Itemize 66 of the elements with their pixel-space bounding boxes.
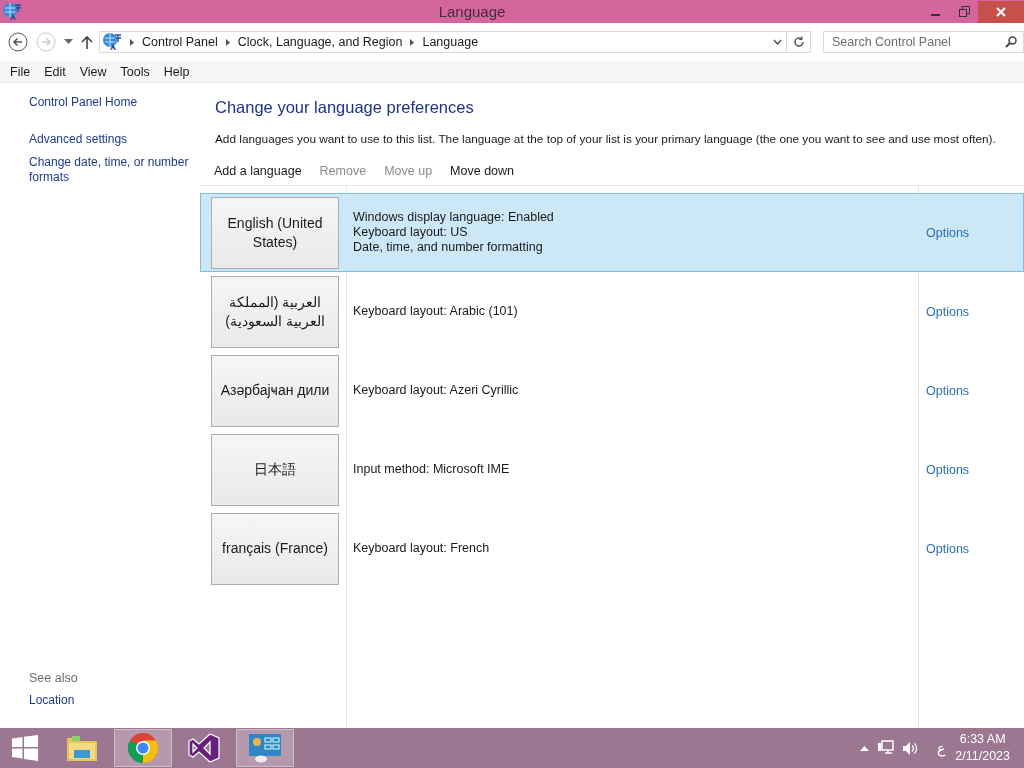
globe-icon: [102, 32, 122, 52]
breadcrumb-item[interactable]: Control Panel: [142, 35, 218, 49]
infinity-logo-icon[interactable]: [188, 733, 220, 763]
sidebar-link[interactable]: Location: [29, 693, 199, 708]
language-button[interactable]: 日本語: [211, 433, 339, 506]
options-link[interactable]: Options: [919, 541, 970, 556]
language-detail: Keyboard layout: French: [353, 541, 491, 556]
input-indicator[interactable]: ع: [937, 740, 946, 756]
speaker-icon[interactable]: [902, 740, 920, 756]
network-icon[interactable]: [877, 740, 895, 756]
breadcrumb-item[interactable]: Clock, Language, and Region: [237, 35, 403, 49]
toolbar-button[interactable]: Add a language: [207, 164, 309, 178]
menu-item[interactable]: Tools: [113, 64, 157, 79]
section-label: See also: [29, 671, 79, 685]
language-button[interactable]: français (France): [211, 512, 339, 585]
language-detail: Windows display language: Enabled: [353, 210, 555, 225]
back-button[interactable]: [8, 32, 28, 52]
refresh-button[interactable]: [792, 36, 805, 48]
folder-icon[interactable]: [66, 734, 98, 762]
breadcrumb-item[interactable]: Language: [422, 35, 479, 49]
sidebar-link[interactable]: Advanced settings: [29, 132, 199, 147]
language-button[interactable]: Азәрбајҹан дили: [211, 354, 339, 427]
language-detail: Input method: Microsoft IME: [353, 462, 511, 477]
window-title: Language: [437, 3, 507, 20]
caret-icon[interactable]: [64, 39, 73, 45]
menu-item[interactable]: View: [72, 64, 114, 79]
menu-item[interactable]: Edit: [37, 64, 73, 79]
chevron-icon: [130, 39, 134, 46]
description-text: Add languages you want to use to this list. The language at the top of your list is your primary language (the one you want to see and use most often).: [215, 131, 997, 147]
chevron-icon: [225, 39, 230, 46]
menu-item[interactable]: File: [3, 64, 38, 79]
restore-button[interactable]: [958, 6, 970, 17]
options-link[interactable]: Options: [919, 462, 970, 477]
address-bar[interactable]: Control Panel Clock, Language, and Region Language: [99, 31, 788, 53]
clock-date: 2/11/2023: [955, 748, 1010, 765]
clock-time: 6:33 AM: [959, 731, 1006, 748]
sidebar-link[interactable]: Change date, time, or number formats: [29, 155, 199, 185]
search-field[interactable]: Search Control Panel: [823, 31, 1024, 53]
page-heading: Change your language preferences: [215, 98, 475, 117]
language-row[interactable]: Азәрбајҹан дили Keyboard layout: Azeri Cyrillic Options: [200, 351, 1024, 430]
chevron-down-icon[interactable]: [773, 39, 783, 45]
close-button[interactable]: [996, 6, 1006, 17]
language-detail: Date, time, and number formatting: [353, 240, 544, 255]
language-button[interactable]: العربية (المملكة العربية السعودية): [211, 275, 339, 348]
language-row[interactable]: 日本語 Input method: Microsoft IME Options: [200, 430, 1024, 509]
language-row[interactable]: français (France) Keyboard layout: French Options: [200, 509, 1024, 588]
chrome-icon[interactable]: [127, 732, 159, 764]
options-link[interactable]: Options: [919, 383, 970, 398]
toolbar-button[interactable]: Move down: [443, 164, 522, 178]
language-detail: Keyboard layout: US: [353, 225, 469, 240]
language-detail: Keyboard layout: Azeri Cyrillic: [353, 383, 520, 398]
sidebar-link[interactable]: Control Panel Home: [29, 95, 199, 110]
menu-item[interactable]: Help: [156, 64, 197, 79]
control-panel-icon[interactable]: [248, 733, 282, 763]
clock[interactable]: 6:33 AM 2/11/2023: [955, 731, 1010, 765]
up-button[interactable]: [81, 35, 93, 49]
chevron-icon: [410, 39, 415, 46]
options-link[interactable]: Options: [919, 304, 970, 319]
options-link[interactable]: Options: [919, 225, 970, 240]
language-detail: Keyboard layout: Arabic (101): [353, 304, 519, 319]
language-row[interactable]: English (United States) Windows display language: Enabled Keyboard layout: US Date, time, and number formatting Options: [200, 193, 1024, 272]
caret-up-icon[interactable]: [860, 745, 870, 751]
windows-logo-icon[interactable]: [12, 735, 38, 761]
language-button[interactable]: English (United States): [211, 196, 339, 269]
globe-icon: [2, 1, 22, 22]
search-icon: [1005, 36, 1017, 48]
